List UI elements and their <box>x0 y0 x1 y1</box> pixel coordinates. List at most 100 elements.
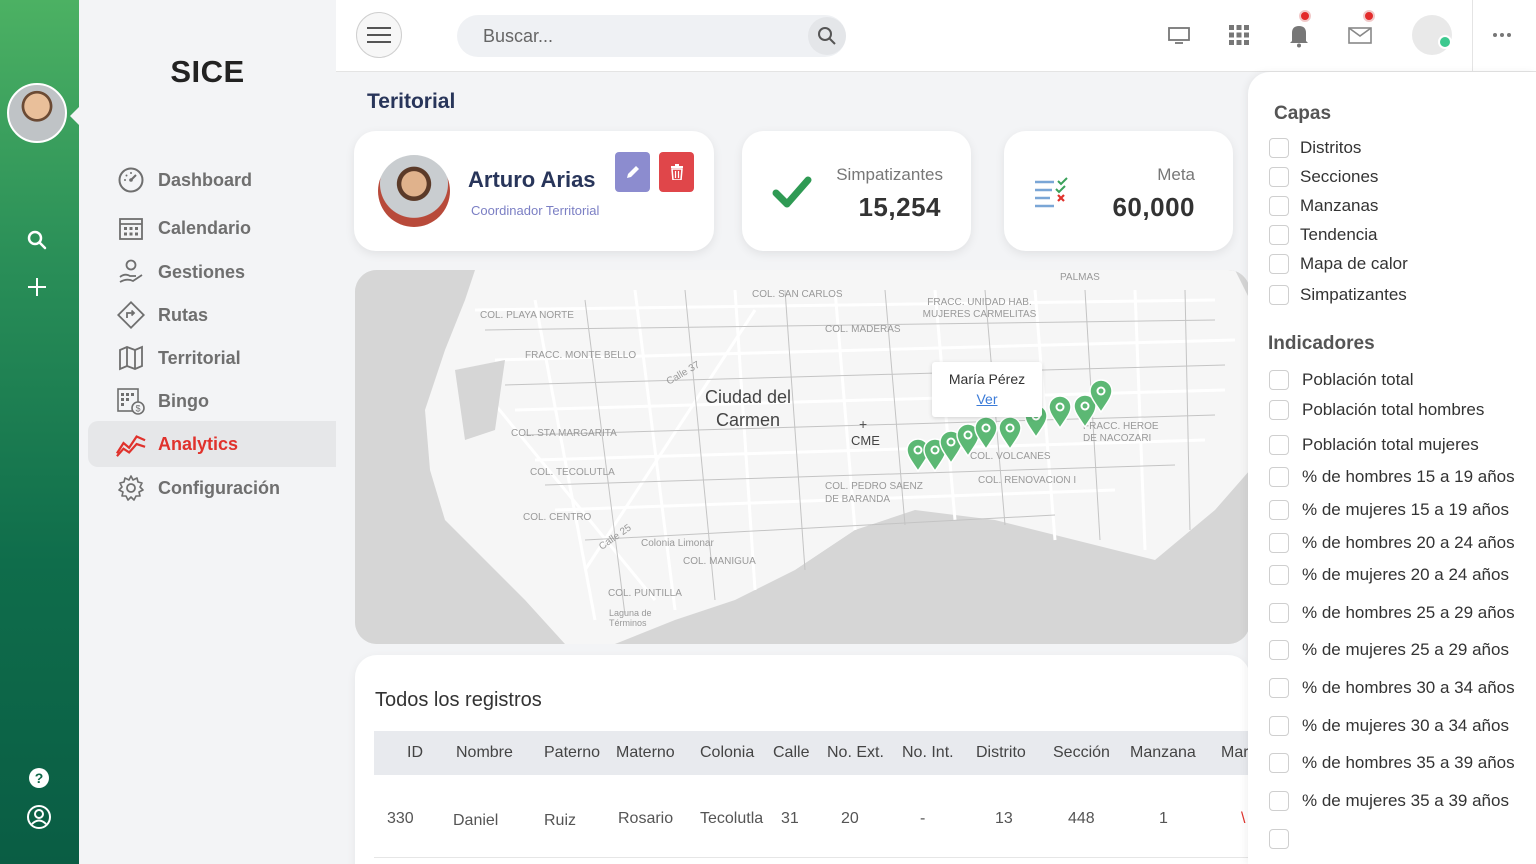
mail-icon[interactable] <box>1345 20 1375 50</box>
indicator-checkbox-row[interactable] <box>1269 829 1302 849</box>
indicator-checkbox-row[interactable]: % de mujeres 15 a 19 años <box>1269 500 1509 520</box>
indicator-label: % de mujeres 30 a 34 años <box>1302 716 1509 735</box>
territory-map[interactable]: Ciudad del Carmen CME COL. PLAYA NORTE C… <box>355 270 1250 644</box>
popup-view-link[interactable]: Ver <box>976 391 997 407</box>
indicator-checkbox[interactable] <box>1269 716 1289 736</box>
chevron-down-icon[interactable] <box>1438 35 1452 49</box>
analytics-chart-icon <box>116 429 146 459</box>
profile-icon[interactable] <box>24 802 54 832</box>
menu-item-territorial[interactable]: Territorial <box>88 335 336 381</box>
profile-role: Coordinador Territorial <box>471 203 600 218</box>
layer-checkbox-row[interactable]: Distritos <box>1269 138 1361 158</box>
column-header[interactable]: Materno <box>616 744 675 762</box>
map-place-label: COL. VOLCANES <box>970 451 1051 462</box>
indicator-checkbox[interactable] <box>1269 500 1289 520</box>
help-icon[interactable]: ? <box>24 763 54 793</box>
apps-grid-icon[interactable] <box>1224 20 1254 50</box>
column-header[interactable]: Paterno <box>544 744 600 762</box>
dashboard-gauge-icon <box>116 165 146 195</box>
indicator-checkbox-row[interactable]: % de hombres 35 a 39 años <box>1269 753 1515 773</box>
map-popup: María Pérez Ver <box>932 362 1042 417</box>
column-header[interactable]: Mar <box>1221 744 1249 762</box>
layer-checkbox-row[interactable]: Manzanas <box>1269 196 1378 216</box>
indicator-checkbox[interactable] <box>1269 370 1289 390</box>
column-header[interactable]: No. Int. <box>902 744 954 762</box>
cell-calle: 31 <box>781 810 799 827</box>
indicator-checkbox-row[interactable]: % de hombres 25 a 29 años <box>1269 603 1515 623</box>
column-header[interactable]: Calle <box>773 744 809 762</box>
indicator-checkbox-row[interactable]: % de mujeres 20 a 24 años <box>1269 565 1509 585</box>
map-place-label: FRACC. MONTE BELLO <box>525 350 637 361</box>
column-header[interactable]: Colonia <box>700 744 754 762</box>
indicator-checkbox[interactable] <box>1269 400 1289 420</box>
indicator-checkbox[interactable] <box>1269 829 1289 849</box>
cell-mar[interactable]: \ <box>1241 810 1245 828</box>
indicator-checkbox-row[interactable]: % de hombres 30 a 34 años <box>1269 678 1515 698</box>
more-options-icon[interactable] <box>1487 20 1517 50</box>
indicator-checkbox[interactable] <box>1269 640 1289 660</box>
layer-checkbox[interactable] <box>1269 167 1289 187</box>
monitor-icon[interactable] <box>1164 20 1194 50</box>
map-pin-icon[interactable] <box>1048 395 1072 430</box>
search-button[interactable] <box>808 17 846 55</box>
indicator-checkbox-row[interactable]: % de hombres 15 a 19 años <box>1269 467 1515 487</box>
map-canvas <box>355 270 1250 644</box>
map-pin-icon[interactable] <box>974 416 998 451</box>
indicator-checkbox[interactable] <box>1269 565 1289 585</box>
plus-icon[interactable] <box>22 272 52 302</box>
indicator-checkbox-row[interactable]: % de mujeres 35 a 39 años <box>1269 791 1509 811</box>
indicator-checkbox[interactable] <box>1269 753 1289 773</box>
column-header[interactable]: Manzana <box>1130 744 1196 762</box>
column-header[interactable]: Distrito <box>976 744 1026 762</box>
cell-paterno: Ruiz <box>544 812 577 829</box>
layer-checkbox[interactable] <box>1269 138 1289 158</box>
indicator-checkbox[interactable] <box>1269 678 1289 698</box>
layers-panel: Capas Distritos Secciones Manzanas Tendenci… <box>1248 72 1536 864</box>
user-avatar[interactable] <box>7 83 67 143</box>
indicator-checkbox[interactable] <box>1269 533 1289 553</box>
hamburger-menu-button[interactable] <box>356 12 402 58</box>
layer-checkbox-row[interactable]: Mapa de calor <box>1269 254 1408 274</box>
search-bar <box>457 15 846 57</box>
layers-title: Capas <box>1274 103 1332 124</box>
indicator-checkbox-row[interactable]: % de mujeres 25 a 29 años <box>1269 640 1509 660</box>
column-header[interactable]: No. Ext. <box>827 744 884 762</box>
layer-checkbox[interactable] <box>1269 285 1289 305</box>
map-place-label: COL. PUNTILLA <box>608 588 682 599</box>
indicator-checkbox[interactable] <box>1269 435 1289 455</box>
indicator-checkbox-row[interactable]: Población total mujeres <box>1269 435 1479 455</box>
layer-checkbox[interactable] <box>1269 225 1289 245</box>
menu-item-gestiones[interactable]: Gestiones <box>88 249 336 295</box>
menu-item-bingo[interactable]: $ Bingo <box>88 378 336 424</box>
column-header[interactable]: Nombre <box>456 744 513 762</box>
layer-checkbox[interactable] <box>1269 196 1289 216</box>
indicator-checkbox-row[interactable]: % de mujeres 30 a 34 años <box>1269 716 1509 736</box>
layer-checkbox-row[interactable]: Secciones <box>1269 167 1378 187</box>
indicator-checkbox[interactable] <box>1269 791 1289 811</box>
edit-button[interactable] <box>615 152 650 192</box>
menu-item-calendario[interactable]: Calendario <box>88 205 336 251</box>
menu-label: Bingo <box>158 390 209 411</box>
indicator-checkbox[interactable] <box>1269 467 1289 487</box>
layer-checkbox[interactable] <box>1269 254 1289 274</box>
layer-checkbox-row[interactable]: Simpatizantes <box>1269 285 1407 305</box>
column-header[interactable]: Sección <box>1053 744 1110 762</box>
layer-checkbox-row[interactable]: Tendencia <box>1269 225 1378 245</box>
notification-badge <box>1299 10 1311 22</box>
indicator-checkbox-row[interactable]: Población total hombres <box>1269 400 1484 420</box>
bell-icon[interactable] <box>1284 20 1314 50</box>
menu-item-rutas[interactable]: Rutas <box>88 292 336 338</box>
menu-item-dashboard[interactable]: Dashboard <box>88 157 336 203</box>
delete-button[interactable] <box>659 152 694 192</box>
column-header[interactable]: ID <box>407 744 423 762</box>
search-input[interactable] <box>483 25 783 47</box>
search-icon[interactable] <box>22 225 52 255</box>
indicator-checkbox-row[interactable]: % de hombres 20 a 24 años <box>1269 533 1515 553</box>
menu-item-analytics[interactable]: Analytics <box>88 421 336 467</box>
menu-item-configuracion[interactable]: Configuración <box>88 465 336 511</box>
map-place-label: COL. CENTRO <box>523 512 592 523</box>
indicator-checkbox-row[interactable]: Población total <box>1269 370 1414 390</box>
map-pin-icon[interactable] <box>998 416 1022 451</box>
indicator-checkbox[interactable] <box>1269 603 1289 623</box>
map-pin-icon[interactable] <box>1089 379 1113 414</box>
